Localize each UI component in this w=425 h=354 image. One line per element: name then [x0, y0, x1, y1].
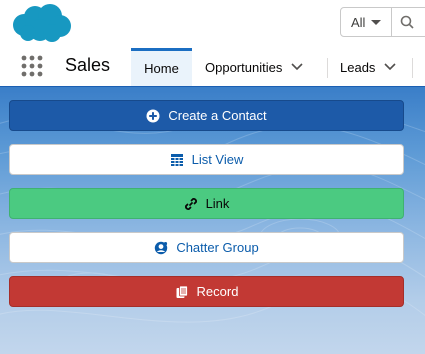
- plus-circle-icon: [146, 109, 160, 122]
- global-search[interactable]: All: [340, 7, 425, 37]
- chevron-down-icon[interactable]: [384, 63, 396, 71]
- app-nav-bar: Sales Home Opportunities Leads: [0, 44, 425, 89]
- record-button[interactable]: Record: [9, 276, 404, 307]
- tab-divider: [327, 58, 328, 78]
- search-scope-dropdown[interactable]: All: [341, 8, 393, 36]
- global-header: All: [0, 0, 425, 44]
- home-content-area: Create a Contact List View Link Chatter …: [0, 87, 425, 354]
- link-button[interactable]: Link: [9, 188, 404, 219]
- tab-home-label: Home: [144, 61, 179, 76]
- tab-home[interactable]: Home: [131, 48, 192, 86]
- caret-down-icon: [371, 19, 382, 25]
- record-icon: [176, 285, 188, 298]
- create-contact-button[interactable]: Create a Contact: [9, 100, 404, 131]
- chatter-group-button[interactable]: Chatter Group: [9, 232, 404, 263]
- salesforce-logo[interactable]: [10, 3, 72, 43]
- chevron-down-icon[interactable]: [291, 63, 303, 71]
- tab-divider: [412, 58, 413, 78]
- record-label: Record: [196, 284, 239, 299]
- list-view-button[interactable]: List View: [9, 144, 404, 175]
- link-label: Link: [205, 196, 230, 211]
- search-icon: [401, 15, 415, 29]
- create-contact-label: Create a Contact: [168, 108, 267, 123]
- tab-opportunities[interactable]: Opportunities: [205, 48, 303, 86]
- list-view-label: List View: [191, 152, 244, 167]
- tab-leads-label: Leads: [340, 59, 376, 75]
- tab-opportunities-label: Opportunities: [205, 59, 283, 75]
- tab-leads[interactable]: Leads: [340, 48, 396, 86]
- app-launcher-grid-icon[interactable]: [20, 54, 44, 78]
- search-scope-label: All: [351, 14, 366, 30]
- link-icon: [184, 197, 197, 210]
- chatter-group-label: Chatter Group: [176, 240, 259, 255]
- table-icon: [170, 153, 183, 166]
- chatter-group-icon: [155, 241, 168, 254]
- app-name: Sales: [65, 55, 111, 75]
